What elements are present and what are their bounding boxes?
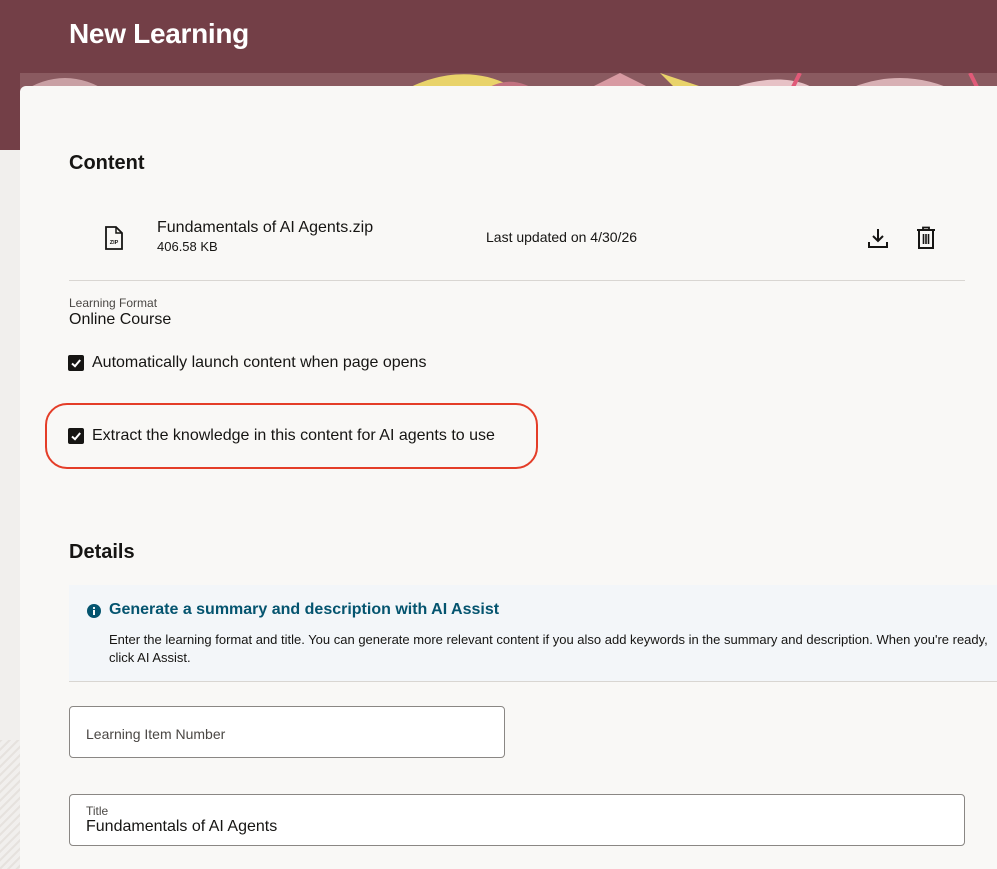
side-decoration (0, 740, 22, 869)
title-input[interactable]: Title Fundamentals of AI Agents (69, 794, 965, 846)
extract-knowledge-checkbox[interactable] (68, 428, 84, 444)
content-section-title: Content (69, 152, 145, 174)
page-title: New Learning (69, 18, 249, 49)
delete-button[interactable] (913, 225, 939, 251)
extract-knowledge-label: Extract the knowledge in this content fo… (92, 427, 495, 444)
ai-assist-banner-text: Enter the learning format and title. You… (109, 632, 988, 665)
learning-item-number-placeholder: Learning Item Number (86, 726, 226, 742)
checkmark-icon (71, 359, 81, 368)
learning-item-number-input[interactable]: Learning Item Number (69, 706, 505, 758)
auto-launch-label: Automatically launch content when page o… (92, 354, 427, 371)
ai-assist-banner: Generate a summary and description with … (69, 585, 997, 682)
learning-format-label: Learning Format (69, 296, 158, 310)
file-size: 406.58 KB (157, 239, 218, 254)
download-button[interactable] (865, 225, 891, 251)
auto-launch-checkbox-row[interactable]: Automatically launch content when page o… (68, 354, 426, 372)
info-icon (87, 604, 101, 618)
svg-text:ZIP: ZIP (110, 240, 119, 246)
auto-launch-checkbox[interactable] (68, 355, 84, 371)
page: New Learning Content ZIP Fundamentals of… (0, 0, 997, 869)
file-last-updated: Last updated on 4/30/26 (486, 229, 638, 245)
ai-assist-banner-title: Generate a summary and description with … (109, 601, 500, 618)
content-divider (69, 280, 965, 281)
title-input-label: Title (86, 804, 109, 818)
download-icon (868, 229, 888, 248)
checkmark-icon (71, 432, 81, 441)
file-name: Fundamentals of AI Agents.zip (157, 219, 374, 236)
zip-file-icon: ZIP (105, 226, 123, 250)
details-section-title: Details (69, 541, 135, 563)
title-input-value: Fundamentals of AI Agents (86, 818, 278, 835)
learning-format-value: Online Course (69, 311, 172, 328)
trash-icon (917, 226, 935, 249)
extract-knowledge-checkbox-row[interactable]: Extract the knowledge in this content fo… (68, 427, 495, 445)
